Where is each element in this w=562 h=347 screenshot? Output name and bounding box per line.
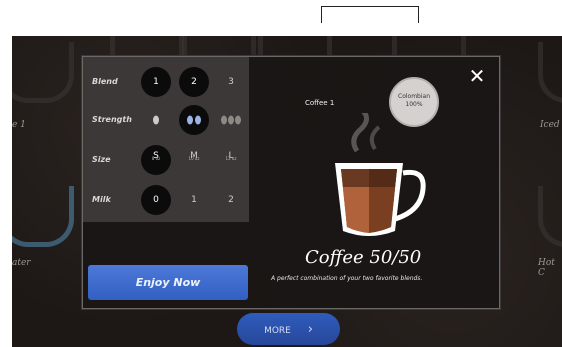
bg-label: ater bbox=[12, 258, 31, 268]
more-button[interactable]: MORE › bbox=[237, 313, 340, 345]
coffee-beans-icon bbox=[187, 115, 201, 125]
strength-option-2[interactable] bbox=[179, 105, 209, 135]
options-panel: Blend 1 2 3 Strength Size S 8 oz M 10 oz… bbox=[83, 57, 249, 222]
size-option-s[interactable]: S 8 oz bbox=[141, 145, 171, 175]
bg-cup-icon bbox=[12, 42, 74, 103]
enjoy-now-button[interactable]: Enjoy Now bbox=[88, 265, 248, 300]
size-option-m[interactable]: M 10 oz bbox=[179, 145, 209, 175]
badge-line-2: 100% bbox=[405, 101, 423, 108]
strength-option-1[interactable] bbox=[141, 105, 171, 135]
blend-option-2[interactable]: 2 bbox=[179, 67, 209, 97]
more-label: MORE bbox=[264, 326, 291, 336]
blend-option-1[interactable]: 1 bbox=[141, 67, 171, 97]
coffee-cup-icon bbox=[335, 113, 426, 236]
bg-label: e 1 bbox=[12, 120, 26, 130]
coffee-bean-icon bbox=[153, 115, 159, 125]
bg-cup-icon bbox=[12, 186, 74, 247]
drink-modal: Blend 1 2 3 Strength Size S 8 oz M 10 oz… bbox=[82, 56, 500, 309]
milk-option-1[interactable]: 1 bbox=[179, 185, 209, 215]
product-name: Coffee 50/50 bbox=[305, 247, 422, 268]
top-bracket bbox=[321, 6, 419, 23]
milk-option-2[interactable]: 2 bbox=[216, 185, 246, 215]
bg-cup-icon bbox=[538, 186, 562, 247]
blend-row: Blend 1 2 3 bbox=[83, 65, 249, 101]
coffee-beans-icon bbox=[221, 115, 241, 125]
bg-cup-icon bbox=[538, 42, 562, 103]
size-option-l[interactable]: L 12 oz bbox=[216, 145, 246, 175]
size-label: Size bbox=[92, 155, 111, 164]
strength-option-3[interactable] bbox=[216, 105, 246, 135]
size-row: Size S 8 oz M 10 oz L 12 oz bbox=[83, 143, 249, 179]
blend-option-3[interactable]: 3 bbox=[216, 67, 246, 97]
size-oz: 8 oz bbox=[151, 156, 161, 161]
bg-label: Hot C bbox=[538, 258, 555, 278]
close-icon[interactable]: ✕ bbox=[466, 65, 488, 87]
bg-label: Iced bbox=[540, 120, 560, 130]
strength-row: Strength bbox=[83, 103, 249, 139]
strength-label: Strength bbox=[92, 115, 132, 124]
size-oz: 12 oz bbox=[225, 156, 237, 161]
milk-option-0[interactable]: 0 bbox=[141, 185, 171, 215]
size-oz: 10 oz bbox=[188, 156, 200, 161]
badge-line-1: Colombian bbox=[398, 93, 430, 100]
product-description: A perfect combination of your two favori… bbox=[271, 275, 423, 282]
product-small-title: Coffee 1 bbox=[305, 99, 335, 107]
blend-label: Blend bbox=[92, 77, 118, 86]
milk-label: Milk bbox=[92, 195, 111, 204]
milk-row: Milk 0 1 2 bbox=[83, 183, 249, 219]
chevron-right-icon: › bbox=[307, 322, 313, 337]
